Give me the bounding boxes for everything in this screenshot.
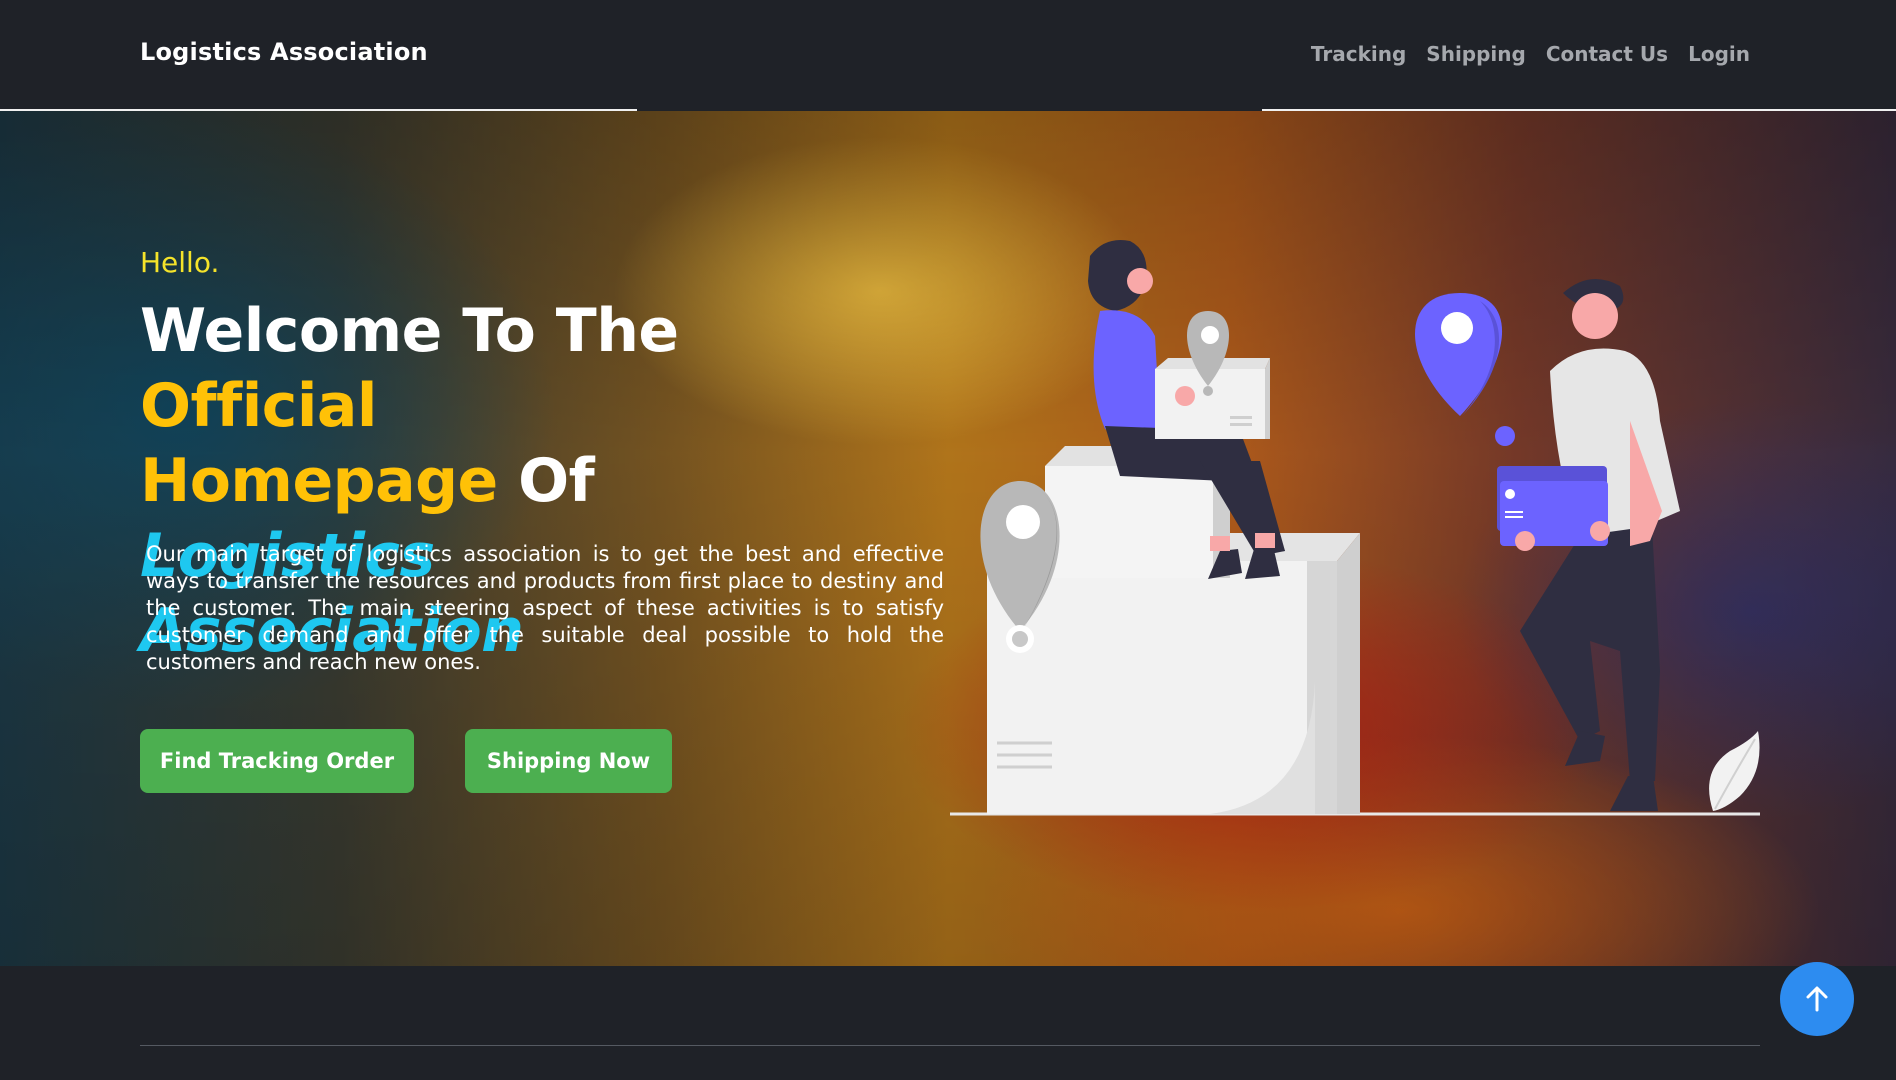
arrow-up-icon [1806,986,1828,1012]
brand-logo[interactable]: Logistics Association [140,38,428,66]
nav-link-tracking[interactable]: Tracking [1311,42,1406,66]
top-navbar: Logistics Association Tracking Shipping … [0,0,1896,110]
delivery-illustration [950,240,1760,816]
purple-location-pin-icon [1415,293,1515,446]
hero-description: Our main target of logistics association… [146,542,944,674]
nav-links: Tracking Shipping Contact Us Login [1311,42,1750,66]
shipping-now-button[interactable]: Shipping Now [465,729,672,793]
headline-part-homepage: Homepage [140,446,498,516]
scroll-to-top-button[interactable] [1780,962,1854,1036]
footer-divider [140,1045,1760,1046]
nav-link-login[interactable]: Login [1688,42,1750,66]
headline-part-of: Of [497,446,595,516]
nav-link-contact-us[interactable]: Contact Us [1546,42,1668,66]
nav-link-shipping[interactable]: Shipping [1426,42,1526,66]
headline-part-official: Official [140,371,377,441]
headline-part-welcome: Welcome To The [140,296,679,366]
leaf-icon [1709,731,1760,811]
hero-section: Hello. Welcome To The Official Homepage O… [0,111,1896,966]
hero-greeting: Hello. [140,246,220,279]
credit-card-icon [1497,466,1610,551]
footer-section [0,966,1896,1080]
find-tracking-order-button[interactable]: Find Tracking Order [140,729,414,793]
